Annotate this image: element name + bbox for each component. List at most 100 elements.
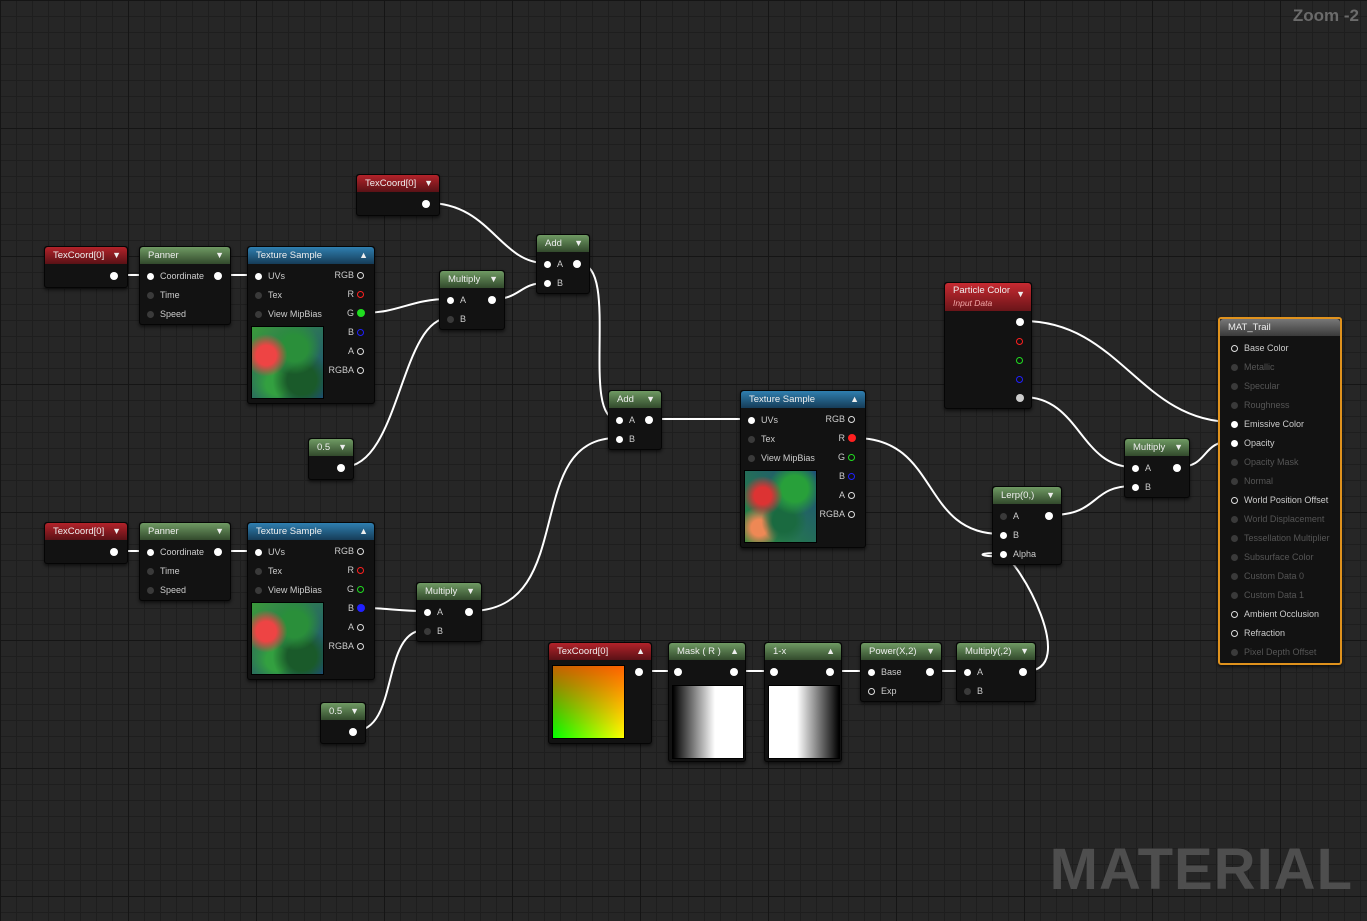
output-pin-g[interactable] [848,454,855,461]
constant-node-2[interactable]: 0.5 ▼ [320,702,366,744]
pin-opacity-mask[interactable]: Opacity Mask [1231,456,1299,468]
output-pin[interactable] [214,272,222,280]
output-pin-rgb[interactable] [848,416,855,423]
pin-b[interactable]: B [423,625,443,637]
mask-r-node[interactable]: Mask ( R ) ▲ [668,642,746,762]
collapse-arrow-icon[interactable]: ▲ [359,247,368,264]
pin-a[interactable]: A [543,258,563,270]
output-pin-g[interactable] [357,586,364,593]
pin-specular[interactable]: Specular [1231,380,1280,392]
panner-node-2[interactable]: Panner ▼ Coordinate Time Speed [139,522,231,601]
collapse-arrow-icon[interactable]: ▲ [636,643,645,660]
output-pin-r[interactable] [1016,338,1023,345]
pin-b[interactable]: B [615,433,635,445]
pin-a[interactable]: A [446,294,466,306]
output-pin[interactable] [214,548,222,556]
collapse-arrow-icon[interactable]: ▼ [1020,643,1029,660]
output-pin-rgba[interactable] [848,511,855,518]
pin-view-mipbias[interactable]: View MipBias [748,452,815,464]
pin-time[interactable]: Time [147,565,180,577]
output-pin-rgb[interactable] [357,548,364,555]
output-pin-a[interactable] [1016,394,1024,402]
collapse-arrow-icon[interactable]: ▼ [1174,439,1183,456]
pin-normal[interactable]: Normal [1230,475,1273,487]
collapse-arrow-icon[interactable]: ▼ [338,439,347,456]
output-pin-rgba[interactable] [357,643,364,650]
pin-metallic[interactable]: Metallic [1231,361,1275,373]
collapse-arrow-icon[interactable]: ▼ [112,247,121,264]
collapse-arrow-icon[interactable]: ▼ [1046,487,1055,504]
output-pin[interactable] [110,272,118,280]
constant-node-1[interactable]: 0.5 ▼ [308,438,354,480]
output-pin-a[interactable] [357,348,364,355]
output-pin[interactable] [1019,668,1027,676]
output-pin[interactable] [488,296,496,304]
pin-subsurface-color[interactable]: Subsurface Color [1231,551,1314,563]
pin-a[interactable]: A [615,414,635,426]
texture-sample-node-3[interactable]: Texture Sample ▲ UVs Tex View MipBias RGB… [740,390,866,548]
pin-emissive-color[interactable]: Emissive Color [1230,418,1304,430]
pin-coordinate[interactable]: Coordinate [146,546,204,558]
add-node-2[interactable]: Add ▼ A B [608,390,662,450]
collapse-arrow-icon[interactable]: ▲ [359,523,368,540]
one-minus-node[interactable]: 1-x ▲ [764,642,842,762]
pin-b[interactable]: B [1131,481,1151,493]
panner-node-1[interactable]: Panner ▼ Coordinate Time Speed [139,246,231,325]
pin-view-mipbias[interactable]: View MipBias [255,584,322,596]
pin-view-mipbias[interactable]: View MipBias [255,308,322,320]
collapse-arrow-icon[interactable]: ▼ [466,583,475,600]
collapse-arrow-icon[interactable]: ▼ [646,391,655,408]
input-pin[interactable] [770,668,778,676]
collapse-arrow-icon[interactable]: ▼ [926,643,935,660]
input-pin[interactable] [674,668,682,676]
texture-sample-node-1[interactable]: Texture Sample ▲ UVs Tex View MipBias RGB… [247,246,375,404]
collapse-arrow-icon[interactable]: ▲ [730,643,739,660]
output-pin-b[interactable] [848,473,855,480]
pin-b[interactable]: B [543,277,563,289]
output-pin[interactable] [337,464,345,472]
pin-refraction[interactable]: Refraction [1230,627,1285,639]
pin-time[interactable]: Time [147,289,180,301]
pin-tex[interactable]: Tex [254,289,282,301]
collapse-arrow-icon[interactable]: ▼ [350,703,359,720]
collapse-arrow-icon[interactable]: ▲ [826,643,835,660]
output-pin[interactable] [635,668,643,676]
pin-tessellation-multiplier[interactable]: Tessellation Multiplier [1231,532,1330,544]
output-pin-b[interactable] [357,604,365,612]
pin-roughness[interactable]: Roughness [1231,399,1290,411]
output-pin[interactable] [926,668,934,676]
texcoord-node-1[interactable]: TexCoord[0] ▼ [44,246,128,288]
pin-a[interactable]: A [423,606,443,618]
pin-b[interactable]: B [963,685,983,697]
collapse-arrow-icon[interactable]: ▼ [1016,288,1025,300]
output-pin[interactable] [573,260,581,268]
pin-speed[interactable]: Speed [146,584,186,596]
pin-world-position-offset[interactable]: World Position Offset [1230,494,1328,506]
output-pin[interactable] [349,728,357,736]
output-pin-g[interactable] [1016,357,1023,364]
texcoord-node-top[interactable]: TexCoord[0] ▼ [356,174,440,216]
pin-tex[interactable]: Tex [254,565,282,577]
multiply-node-4[interactable]: Multiply(,2) ▼ A B [956,642,1036,702]
texcoord-node-2[interactable]: TexCoord[0] ▼ [44,522,128,564]
lerp-node[interactable]: Lerp(0,) ▼ A B Alpha [992,486,1062,565]
output-pin[interactable] [1173,464,1181,472]
pin-base-color[interactable]: Base Color [1231,342,1289,354]
output-pin-r[interactable] [848,434,856,442]
output-pin[interactable] [1045,512,1053,520]
output-pin[interactable] [465,608,473,616]
multiply-node-2[interactable]: Multiply ▼ A B [416,582,482,642]
pin-a[interactable]: A [999,510,1019,522]
pin-tex[interactable]: Tex [747,433,775,445]
pin-pixel-depth-offset[interactable]: Pixel Depth Offset [1230,646,1316,658]
output-pin[interactable] [730,668,738,676]
output-pin-rgb[interactable] [1016,318,1024,326]
pin-ambient-occlusion[interactable]: Ambient Occlusion [1230,608,1319,620]
pin-base[interactable]: Base [868,666,902,678]
add-node-1[interactable]: Add ▼ A B [536,234,590,294]
pin-coordinate[interactable]: Coordinate [146,270,204,282]
output-pin-b[interactable] [1016,376,1023,383]
collapse-arrow-icon[interactable]: ▼ [215,247,224,264]
particle-color-node[interactable]: Particle Color Input Data ▼ [944,282,1032,409]
pin-speed[interactable]: Speed [146,308,186,320]
